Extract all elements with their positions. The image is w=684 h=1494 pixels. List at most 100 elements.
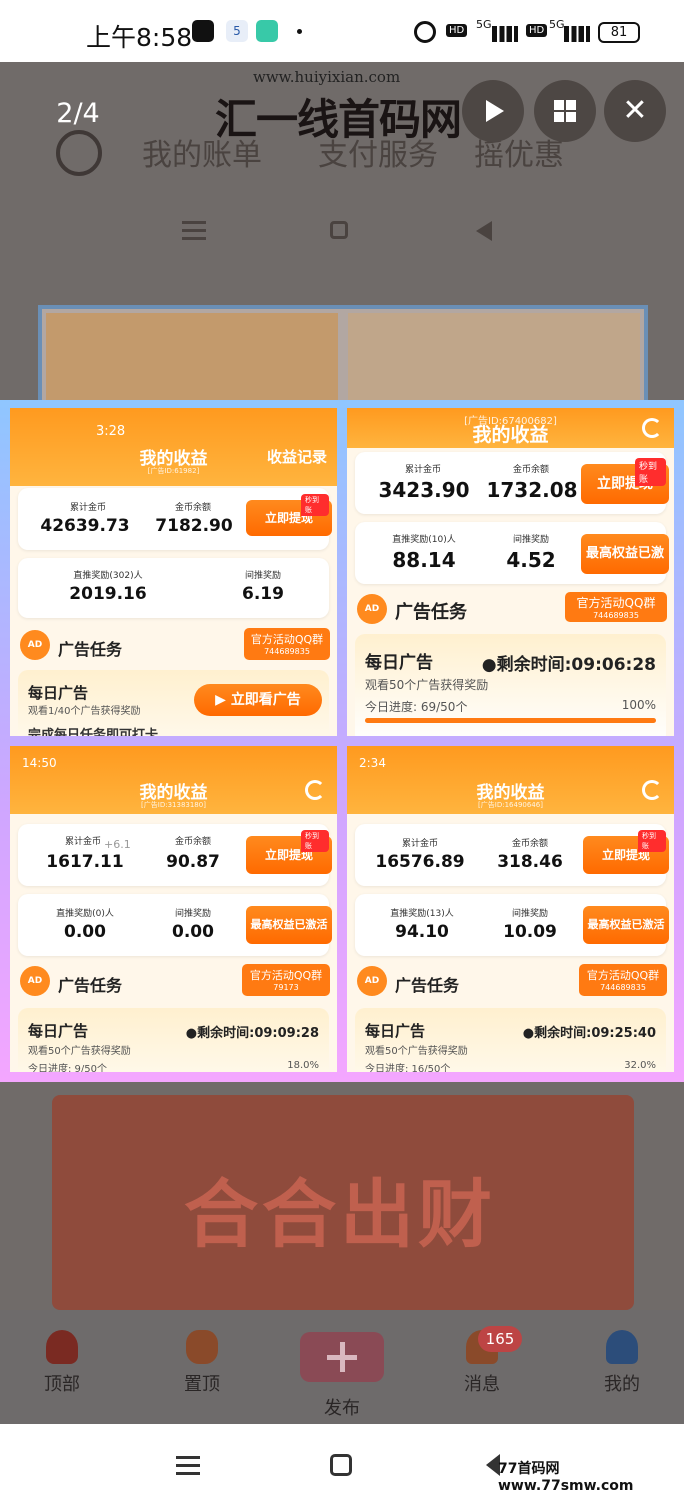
- instant-tag: 秒到账: [301, 494, 329, 516]
- ad-icon: AD: [20, 966, 50, 996]
- send-icon: [256, 20, 278, 42]
- close-button[interactable]: ✕: [604, 80, 666, 142]
- qq-number: 79173: [273, 983, 299, 992]
- previous-image-strip[interactable]: [38, 305, 648, 405]
- total-label: 累计金币: [404, 465, 441, 475]
- panel-3: 14:50 我的收益 [广告ID:31383180] 累计金币 +6.1 161…: [10, 746, 337, 1072]
- instant-tag: 秒到账: [638, 830, 666, 852]
- battery-icon: 81: [598, 22, 640, 43]
- daily-sub: 观看50个广告获得奖励: [365, 1046, 468, 1057]
- panel-1-record-link[interactable]: 收益记录: [267, 446, 327, 467]
- remaining-time: ●剩余时间:09:09:28: [185, 1026, 319, 1041]
- nav-publish[interactable]: 发布: [302, 1394, 382, 1420]
- tiktok-icon: [192, 20, 214, 42]
- status-bar: 上午8:58 5 HD 5G HD 5G 81: [0, 0, 684, 62]
- signal-label: 5G: [476, 18, 492, 31]
- hd-badge: HD: [446, 24, 468, 37]
- direct-value: 88.14: [392, 548, 456, 572]
- signal-label-2: 5G: [549, 18, 565, 31]
- dot-icon: [297, 29, 302, 34]
- nav-me[interactable]: 我的: [582, 1370, 662, 1396]
- message-badge: 165: [478, 1326, 522, 1352]
- total-value: 1617.11: [46, 852, 124, 872]
- money-bag-icon: [186, 1330, 218, 1364]
- daily-title: 每日广告: [365, 1022, 426, 1040]
- panel-3-balance-card: 累计金币 +6.1 1617.11 金币余额 90.87 立即提现 秒到账: [18, 824, 332, 886]
- grid-icon: [554, 100, 576, 122]
- back-icon: [476, 221, 492, 241]
- instant-tag: 秒到账: [301, 830, 329, 852]
- image-counter: 2/4: [56, 98, 100, 129]
- qq-group-button[interactable]: 官方活动QQ群 744689835: [579, 964, 667, 996]
- progress-label: 今日进度: 16/50个: [365, 1064, 451, 1072]
- panel-3-time: 14:50: [22, 756, 57, 770]
- recents-button[interactable]: [176, 1456, 200, 1459]
- refresh-icon[interactable]: [642, 418, 662, 438]
- total-value: 3423.90: [378, 478, 470, 502]
- panel-4-reward-card: 直推奖励(13)人 94.10 间推奖励 10.09 最高权益已激活: [355, 894, 669, 956]
- qq-number: 744689835: [593, 611, 639, 620]
- total-value: 16576.89: [375, 852, 465, 872]
- balance-value: 90.87: [166, 852, 220, 872]
- collage-image[interactable]: 3:28 我的收益 [广告ID:61982] 收益记录 累计金币 42639.7…: [0, 400, 684, 1082]
- footer-watermark: 77首码网 www.77smw.com: [498, 1461, 634, 1494]
- signal-icon-2: [564, 26, 590, 42]
- rocket-icon: [46, 1330, 78, 1364]
- balance-value: 318.46: [497, 852, 563, 872]
- watermark: www.huiyixian.com 汇一线首码网: [205, 66, 495, 146]
- daily-sub: 观看50个广告获得奖励: [28, 1046, 131, 1057]
- progress-label: 今日进度: 69/50个: [365, 700, 468, 714]
- qq-group-button[interactable]: 官方活动QQ群 79173: [242, 964, 330, 996]
- watermark-text: 汇一线首码网: [215, 95, 462, 144]
- balance-label: 金币余额: [174, 837, 211, 847]
- home-button[interactable]: [330, 1454, 352, 1476]
- total-label: 累计金币: [401, 839, 438, 849]
- daily-ad-card: 每日广告 ●剩余时间:09:06:28 观看50个广告获得奖励 今日进度: 69…: [355, 634, 666, 736]
- direct-label: 直推奖励(13)人: [390, 909, 454, 919]
- panel-4-time: 2:34: [359, 756, 386, 770]
- nav-messages[interactable]: 消息: [442, 1370, 522, 1396]
- qq-number: 744689835: [264, 647, 310, 656]
- panel-4-id: [广告ID:16490646]: [478, 801, 543, 809]
- daily-ad-card: 每日广告 ●剩余时间:09:25:40 观看50个广告获得奖励 今日进度: 16…: [355, 1008, 666, 1072]
- qq-label: 官方活动QQ群: [250, 633, 324, 646]
- qq-group-button[interactable]: 官方活动QQ群 744689835: [565, 592, 667, 622]
- panel-3-header: 14:50 我的收益 [广告ID:31383180]: [10, 746, 337, 814]
- balance-label: 金币余额: [512, 465, 549, 475]
- grid-button[interactable]: [534, 80, 596, 142]
- panel-4-balance-card: 累计金币 16576.89 金币余额 318.46 立即提现 秒到账: [355, 824, 669, 886]
- app-badge-icon: 5: [226, 20, 248, 42]
- direct-value: 0.00: [64, 922, 106, 942]
- publish-button[interactable]: [300, 1332, 384, 1382]
- watermark-url: www.huiyixian.com: [253, 68, 401, 86]
- qq-group-button[interactable]: 官方活动QQ群 744689835: [244, 628, 330, 660]
- watch-ad-button[interactable]: ▶ 立即看广告: [194, 684, 322, 716]
- panel-4: 2:34 我的收益 [广告ID:16490646] 累计金币 16576.89 …: [347, 746, 674, 1072]
- direct-label: 直推奖励(0)人: [56, 909, 114, 919]
- checkin-text: 完成每日任务即可打卡: [28, 728, 159, 736]
- home-icon: [330, 221, 348, 239]
- direct-label: 直推奖励(10)人: [392, 535, 456, 545]
- max-rights-button[interactable]: 最高权益已激活: [583, 906, 669, 944]
- play-button[interactable]: [462, 80, 524, 142]
- indirect-value: 6.19: [242, 584, 284, 604]
- refresh-icon[interactable]: [642, 780, 662, 800]
- daily-title: 每日广告: [28, 1022, 89, 1040]
- progress-percent: 32.0%: [624, 1060, 656, 1071]
- nav-top[interactable]: 顶部: [22, 1370, 102, 1396]
- play-icon: [486, 100, 504, 122]
- indirect-label: 间推奖励: [511, 909, 548, 919]
- menu-icon: [182, 221, 206, 224]
- indirect-label: 间推奖励: [244, 571, 281, 581]
- max-rights-button[interactable]: 最高权益已激活: [246, 906, 332, 944]
- plus-value: +6.1: [104, 838, 131, 851]
- total-value: 42639.73: [40, 516, 130, 536]
- refresh-icon[interactable]: [305, 780, 325, 800]
- nav-pin[interactable]: 置顶: [162, 1370, 242, 1396]
- balance-value: 1732.08: [486, 478, 578, 502]
- balance-label: 金币余额: [174, 503, 211, 513]
- qq-label: 官方活动QQ群: [586, 969, 660, 982]
- balance-value: 7182.90: [155, 516, 233, 536]
- max-rights-button[interactable]: 最高权益已激: [581, 534, 669, 574]
- panel-1-header: 3:28 我的收益 [广告ID:61982] 收益记录: [10, 408, 337, 486]
